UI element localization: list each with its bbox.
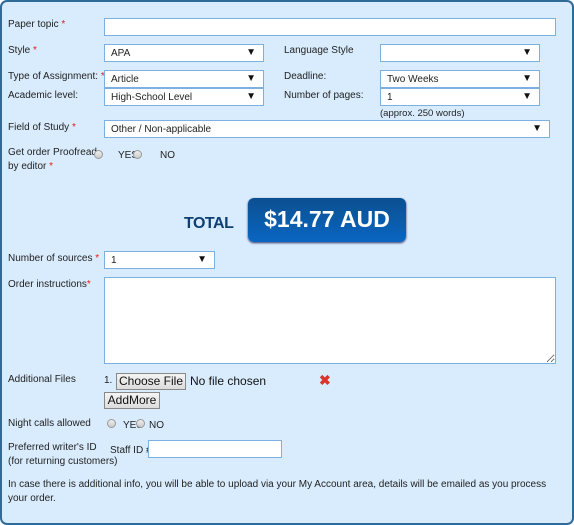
- style-label: Style *: [8, 45, 37, 56]
- deadline-label: Deadline:: [284, 71, 327, 82]
- type-of-assignment-select[interactable]: Article ▼: [104, 70, 264, 88]
- proofread-no-label: NO: [160, 150, 175, 161]
- order-instructions-label: Order instructions*: [8, 279, 91, 290]
- field-of-study-label: Field of Study *: [8, 122, 76, 133]
- staff-id-label: Staff ID #: [110, 445, 152, 456]
- pages-hint: (approx. 250 words): [380, 108, 465, 119]
- chevron-down-icon: ▼: [522, 73, 532, 84]
- number-of-pages-select[interactable]: 1 ▼: [380, 88, 540, 106]
- paper-topic-label: Paper topic *: [8, 19, 66, 30]
- chevron-down-icon: ▼: [246, 73, 256, 84]
- proofread-yes-radio[interactable]: [94, 150, 103, 159]
- remove-file-icon[interactable]: ✖: [319, 372, 331, 389]
- academic-level-label: Academic level:: [8, 90, 79, 101]
- chevron-down-icon: ▼: [246, 47, 256, 58]
- preferred-writer-label: Preferred writer's ID: [8, 442, 97, 453]
- academic-level-select[interactable]: High-School Level ▼: [104, 88, 264, 106]
- chevron-down-icon: ▼: [246, 91, 256, 102]
- number-of-pages-label: Number of pages:: [284, 90, 364, 101]
- proofread-label: Get order Proofread: [8, 147, 97, 158]
- preferred-writer-sublabel: (for returning customers): [8, 456, 118, 467]
- language-style-label: Language Style: [284, 45, 354, 56]
- night-calls-no-radio[interactable]: [136, 419, 145, 428]
- chevron-down-icon: ▼: [522, 91, 532, 102]
- file-status: No file chosen: [190, 374, 267, 388]
- field-of-study-select[interactable]: Other / Non-applicable ▼: [104, 120, 550, 138]
- order-form: Paper topic * Style * APA ▼ Language Styl…: [0, 0, 574, 525]
- proofread-no-radio[interactable]: [133, 150, 142, 159]
- add-more-button[interactable]: AddMore: [104, 392, 160, 409]
- order-instructions-textarea[interactable]: [104, 277, 556, 364]
- style-select[interactable]: APA ▼: [104, 44, 264, 62]
- night-calls-no-label: NO: [149, 420, 164, 431]
- type-of-assignment-label: Type of Assignment: *: [8, 71, 105, 82]
- total-label: TOTAL: [184, 215, 234, 232]
- proofread-label-2: by editor *: [8, 161, 54, 172]
- number-of-sources-label: Number of sources *: [8, 253, 100, 264]
- additional-files-label: Additional Files: [8, 374, 76, 385]
- paper-topic-input[interactable]: [104, 18, 556, 36]
- total-price-badge: $14.77 AUD: [248, 198, 406, 242]
- file-index: 1.: [104, 375, 113, 386]
- night-calls-label: Night calls allowed: [8, 418, 91, 429]
- deadline-select[interactable]: Two Weeks ▼: [380, 70, 540, 88]
- staff-id-input[interactable]: [148, 440, 282, 458]
- chevron-down-icon: ▼: [532, 123, 542, 134]
- number-of-sources-select[interactable]: 1 ▼: [104, 251, 215, 269]
- language-style-select[interactable]: ▼: [380, 44, 540, 62]
- choose-file-button[interactable]: Choose File: [116, 373, 186, 390]
- chevron-down-icon: ▼: [197, 254, 207, 265]
- info-text: In case there is additional info, you wi…: [8, 479, 547, 504]
- chevron-down-icon: ▼: [522, 47, 532, 58]
- night-calls-yes-radio[interactable]: [107, 419, 116, 428]
